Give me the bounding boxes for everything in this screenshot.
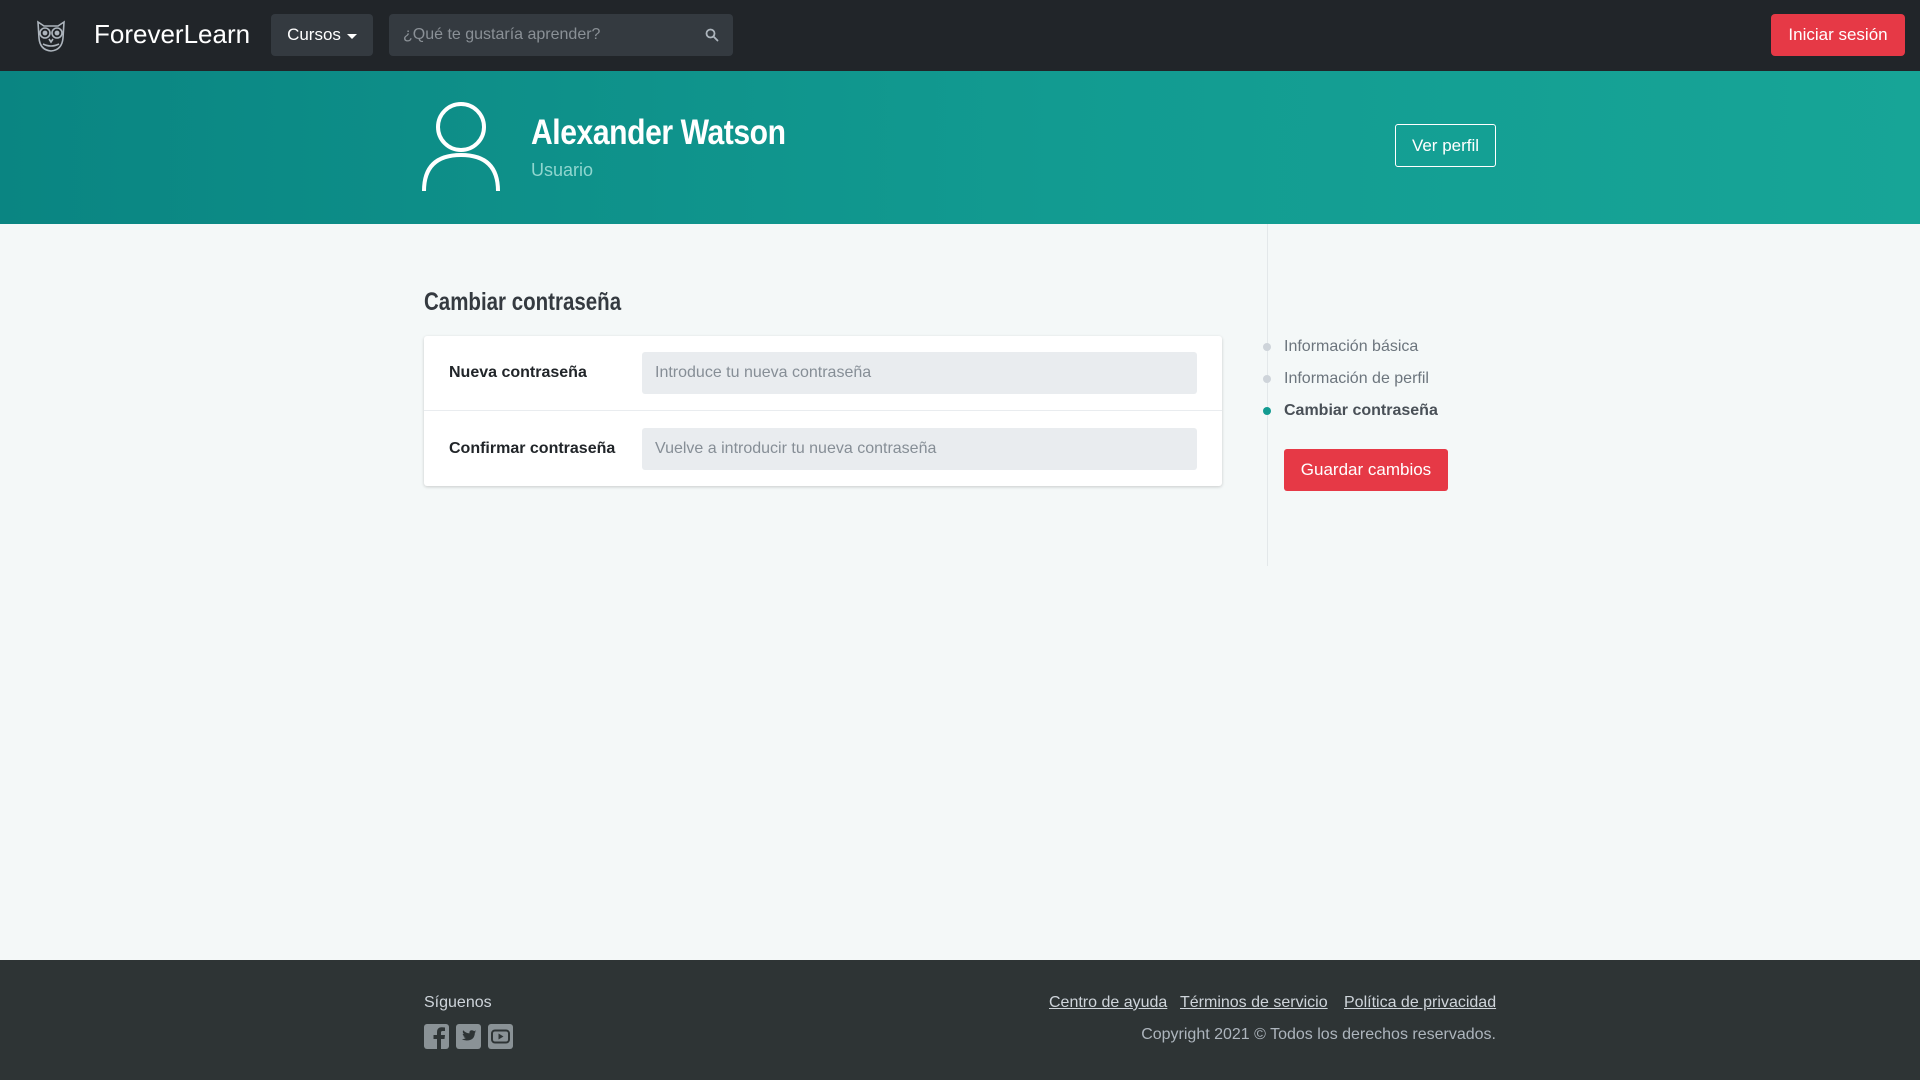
facebook-icon[interactable] — [424, 1024, 449, 1049]
sidebar-divider — [1267, 224, 1268, 566]
profile-header: Alexander Watson Usuario Ver perfil — [0, 71, 1920, 224]
follow-us-label: Síguenos — [424, 994, 492, 1011]
login-button[interactable]: Iniciar sesión — [1771, 14, 1905, 56]
owl-logo-icon[interactable] — [32, 16, 70, 54]
brand-name[interactable]: ForeverLearn — [94, 19, 250, 50]
twitter-icon[interactable] — [456, 1024, 481, 1049]
search-icon[interactable] — [705, 28, 719, 42]
search-bar — [389, 14, 733, 56]
courses-label: Cursos — [287, 25, 341, 44]
new-password-label: Nueva contraseña — [449, 364, 587, 381]
user-name: Alexander Watson — [531, 113, 786, 152]
change-password-card: Nueva contraseña Confirmar contraseña — [424, 336, 1222, 486]
youtube-icon[interactable] — [488, 1024, 513, 1049]
confirm-password-input[interactable] — [642, 427, 1197, 470]
new-password-input[interactable] — [642, 352, 1197, 394]
view-profile-button[interactable]: Ver perfil — [1395, 124, 1496, 167]
sidebar-item-profile-info[interactable]: Información de perfil — [1284, 370, 1429, 388]
terms-of-service-link[interactable]: Términos de servicio — [1180, 994, 1328, 1012]
sidebar-dot — [1263, 343, 1271, 351]
section-title: Cambiar contraseña — [424, 288, 622, 316]
user-avatar-icon — [422, 102, 500, 192]
new-password-row: Nueva contraseña — [424, 336, 1222, 411]
sidebar-dot — [1263, 375, 1271, 383]
search-input[interactable] — [403, 26, 705, 44]
sidebar-dot-active — [1263, 407, 1271, 415]
confirm-password-label: Confirmar contraseña — [449, 439, 616, 457]
confirm-password-row: Confirmar contraseña — [424, 411, 1222, 486]
copyright-text: Copyright 2021 © Todos los derechos rese… — [1141, 1026, 1496, 1043]
help-center-link[interactable]: Centro de ayuda — [1049, 994, 1167, 1012]
user-role: Usuario — [531, 160, 594, 180]
privacy-policy-link[interactable]: Política de privacidad — [1344, 994, 1496, 1012]
caret-down-icon — [346, 33, 357, 39]
sidebar-item-change-password[interactable]: Cambiar contraseña — [1284, 402, 1438, 420]
sidebar-item-basic-info[interactable]: Información básica — [1284, 338, 1418, 356]
save-changes-button[interactable]: Guardar cambios — [1284, 449, 1448, 491]
courses-dropdown-button[interactable]: Cursos — [271, 14, 373, 56]
footer: Síguenos Centro de ayuda Términos de ser… — [0, 960, 1920, 1080]
top-navbar: ForeverLearn Cursos Iniciar sesión — [0, 0, 1920, 71]
